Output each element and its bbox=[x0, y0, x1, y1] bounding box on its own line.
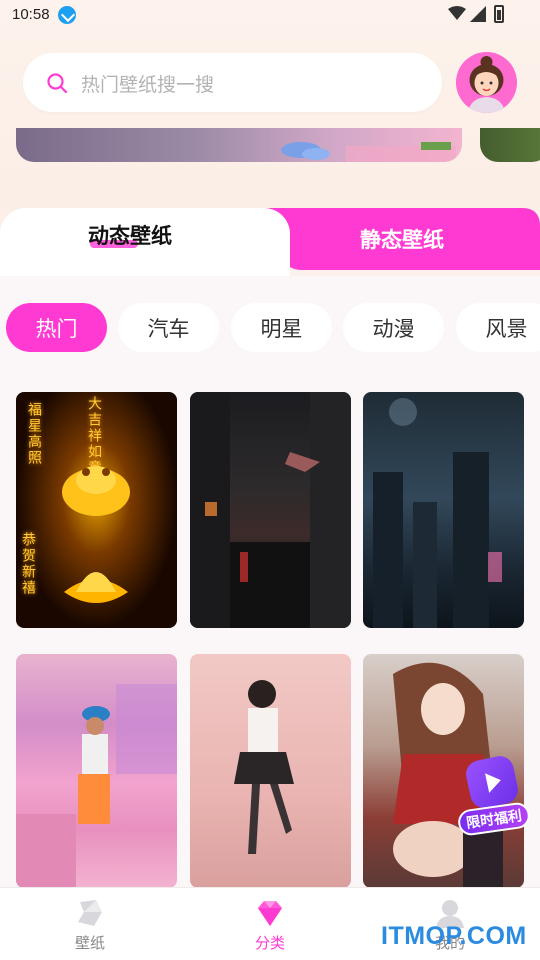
diamond-icon bbox=[258, 901, 282, 926]
dancing-girl-image bbox=[234, 680, 294, 854]
wallpaper-card-golden-toad[interactable]: 福星高照 大吉祥如意 恭贺新禧 bbox=[16, 392, 177, 628]
nav-label-wallpaper: 壁纸 bbox=[74, 934, 105, 952]
wallpaper-type-tabs bbox=[0, 206, 540, 280]
banner-carousel-item[interactable] bbox=[16, 128, 462, 162]
avatar-girl-icon bbox=[456, 52, 517, 113]
category-chip-car[interactable]: 汽车 bbox=[118, 303, 219, 352]
search-placeholder: 热门壁纸搜一搜 bbox=[81, 74, 215, 96]
avatar[interactable] bbox=[456, 52, 517, 113]
video-play-icon bbox=[463, 753, 521, 811]
download-icon bbox=[58, 6, 76, 24]
wallpaper-card-dancing-girl[interactable] bbox=[190, 654, 351, 888]
category-chip-scenery[interactable]: 风景 bbox=[456, 303, 540, 352]
cyber-city-image bbox=[190, 392, 351, 628]
pink-room-image bbox=[16, 684, 177, 888]
status-bar: 10:58 bbox=[0, 0, 540, 32]
watermark: ITMOP.COM bbox=[381, 922, 527, 950]
status-time: 10:58 bbox=[12, 6, 50, 23]
nav-item-wallpaper[interactable]: 壁纸 bbox=[30, 888, 150, 960]
wifi-icon bbox=[448, 6, 466, 20]
category-chip-star[interactable]: 明星 bbox=[231, 303, 332, 352]
nav-item-category[interactable]: 分类 bbox=[210, 888, 330, 960]
rainy-city-image bbox=[373, 398, 502, 628]
category-chip-hot[interactable]: 热门 bbox=[6, 303, 107, 352]
tab-static-wallpaper[interactable]: 静态壁纸 bbox=[360, 224, 444, 254]
wallpaper-card-cyber-city[interactable] bbox=[190, 392, 351, 628]
search-input[interactable]: 热门壁纸搜一搜 bbox=[23, 53, 442, 112]
nav-label-category: 分类 bbox=[254, 934, 285, 952]
wallpaper-card-rainy-city[interactable] bbox=[363, 392, 524, 628]
golden-toad-image bbox=[62, 466, 130, 603]
search-icon bbox=[47, 73, 67, 93]
tab-dynamic-wallpaper[interactable]: 动态壁纸 bbox=[88, 220, 172, 250]
signal-icon bbox=[470, 6, 486, 22]
banner-carousel-item-next[interactable] bbox=[480, 128, 540, 162]
category-chip-anime[interactable]: 动漫 bbox=[343, 303, 444, 352]
battery-icon bbox=[494, 5, 504, 23]
wallpaper-icon bbox=[78, 900, 102, 926]
wallpaper-card-pink-room[interactable] bbox=[16, 654, 177, 888]
